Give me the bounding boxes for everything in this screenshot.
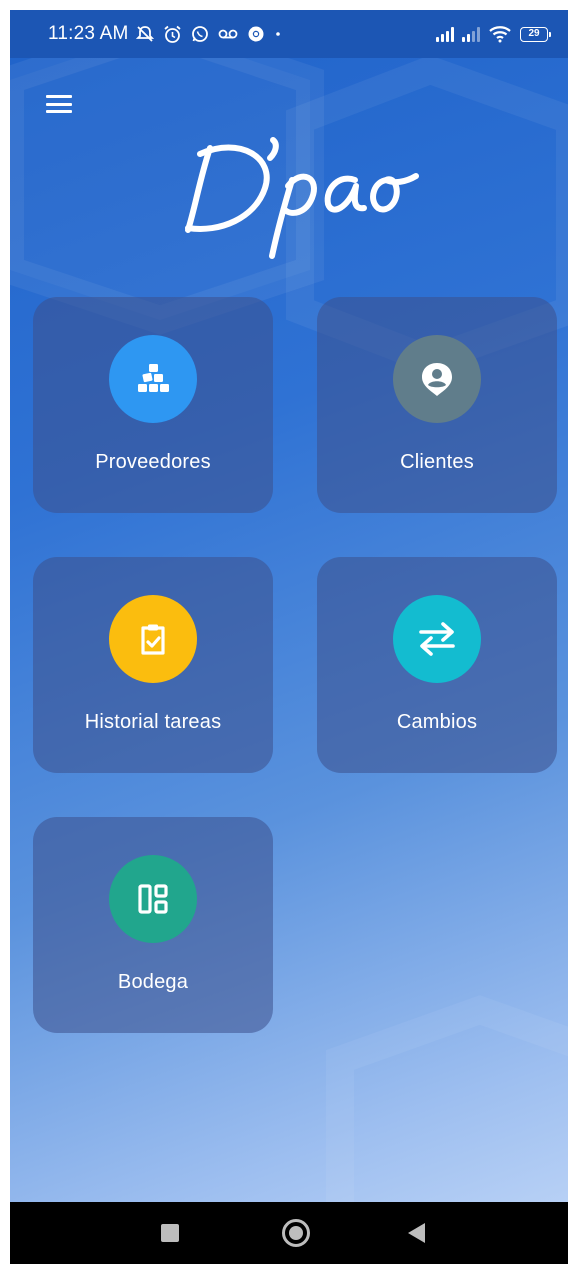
- wifi-icon: [489, 26, 511, 43]
- tile-label: Cambios: [396, 711, 478, 733]
- back-icon[interactable]: [408, 1223, 425, 1243]
- recent-apps-icon[interactable]: [161, 1224, 179, 1242]
- tile-bodega[interactable]: Bodega: [33, 817, 273, 1033]
- status-system-icons: 29: [436, 25, 551, 43]
- swap-arrows-icon: [419, 622, 455, 656]
- status-bar: 11:23 AM 29: [10, 10, 568, 58]
- dashboard-layout-icon: [138, 884, 168, 914]
- signal-icon: [462, 26, 480, 42]
- tile-icon-circle: [393, 335, 481, 423]
- voicemail-icon: [219, 29, 238, 39]
- whatsapp-icon: [192, 26, 209, 42]
- clipboard-check-icon: [141, 624, 165, 655]
- tile-clientes[interactable]: Clientes: [317, 297, 557, 513]
- dot-icon: [276, 32, 281, 36]
- tile-icon-circle: [109, 335, 197, 423]
- tile-historial-tareas[interactable]: Historial tareas: [33, 557, 273, 773]
- tile-cambios[interactable]: Cambios: [317, 557, 557, 773]
- dpao-logo: [185, 137, 419, 259]
- tile-label: Proveedores: [95, 451, 211, 473]
- battery-level: 29: [528, 27, 540, 39]
- user-pin-icon: [422, 363, 452, 396]
- tile-label: Bodega: [117, 971, 189, 993]
- boxes-icon: [138, 364, 169, 392]
- tile-icon-circle: [109, 855, 197, 943]
- battery-icon: 29: [520, 26, 551, 42]
- status-time: 11:23 AM: [48, 23, 129, 44]
- notifications-off-icon: [136, 26, 155, 42]
- tile-label: Historial tareas: [84, 711, 222, 733]
- tile-proveedores[interactable]: Proveedores: [33, 297, 273, 513]
- system-navigation-bar: [10, 1202, 568, 1264]
- tile-icon-circle: [109, 595, 197, 683]
- phone-screen: 11:23 AM 29 Proveedores Clientes Histori…: [10, 10, 568, 1264]
- home-icon[interactable]: [282, 1219, 310, 1247]
- chrome-icon: [248, 26, 264, 42]
- alarm-icon: [164, 25, 182, 43]
- tile-icon-circle: [393, 595, 481, 683]
- hamburger-menu-icon[interactable]: [44, 92, 74, 116]
- app-screen: 11:23 AM 29 Proveedores Clientes Histori…: [10, 10, 568, 1202]
- tile-label: Clientes: [400, 451, 474, 473]
- status-notification-icons: [136, 25, 282, 44]
- signal-icon: [436, 26, 454, 42]
